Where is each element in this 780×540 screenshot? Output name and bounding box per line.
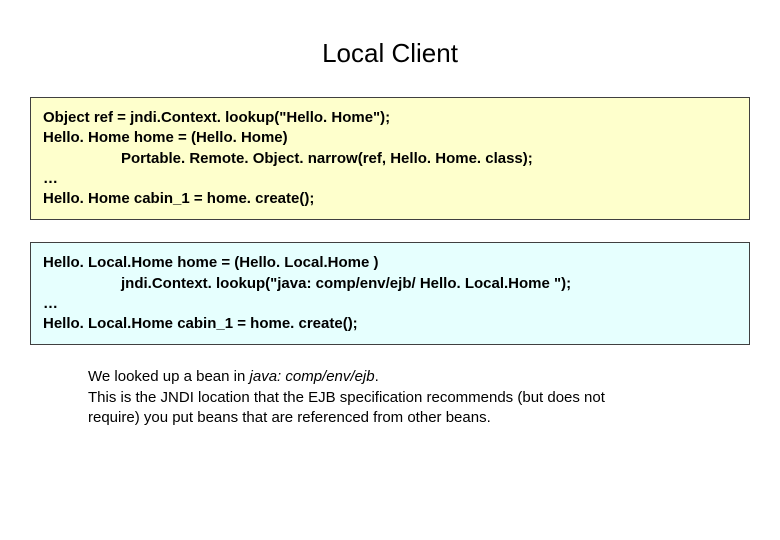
code-token: cabin_1 = home. create(); — [173, 315, 358, 332]
code-line: Object ref = jndi.Context. lookup("Hello… — [43, 108, 737, 128]
note-text: This is the JNDI location that the EJB s… — [88, 389, 605, 406]
code-block-local: Hello. Local.Home home = (Hello. Local.H… — [30, 242, 750, 345]
code-token: Hello. Local.Home — [43, 315, 173, 332]
note-text: . — [375, 368, 379, 385]
code-token: home = ( — [173, 254, 239, 271]
code-line: Hello. Local.Home home = (Hello. Local.H… — [43, 253, 737, 273]
code-line: Portable. Remote. Object. narrow(ref, He… — [43, 149, 737, 169]
code-line: … — [43, 169, 737, 189]
code-line: Hello. Home cabin_1 = home. create(); — [43, 189, 737, 209]
note-text-italic: java: comp/env/ejb — [250, 368, 375, 385]
code-token: Hello. Local.Home — [43, 254, 173, 271]
code-token: ) — [369, 254, 378, 271]
code-token: Hello. Local.Home — [239, 254, 369, 271]
explanatory-note: We looked up a bean in java: comp/env/ej… — [88, 367, 710, 428]
page-title: Local Client — [30, 38, 750, 69]
note-text: require) you put beans that are referenc… — [88, 409, 491, 426]
slide: Local Client Object ref = jndi.Context. … — [0, 0, 780, 540]
code-token: Hello. Local.Home — [420, 275, 550, 292]
code-token: jndi.Context. lookup("java: comp/env/ejb… — [121, 275, 420, 292]
note-text: We looked up a bean in — [88, 368, 250, 385]
code-line: Hello. Local.Home cabin_1 = home. create… — [43, 314, 737, 334]
code-line: … — [43, 294, 737, 314]
code-line: jndi.Context. lookup("java: comp/env/ejb… — [43, 274, 737, 294]
code-block-remote: Object ref = jndi.Context. lookup("Hello… — [30, 97, 750, 220]
code-line: Hello. Home home = (Hello. Home) — [43, 128, 737, 148]
code-token: "); — [550, 275, 571, 292]
